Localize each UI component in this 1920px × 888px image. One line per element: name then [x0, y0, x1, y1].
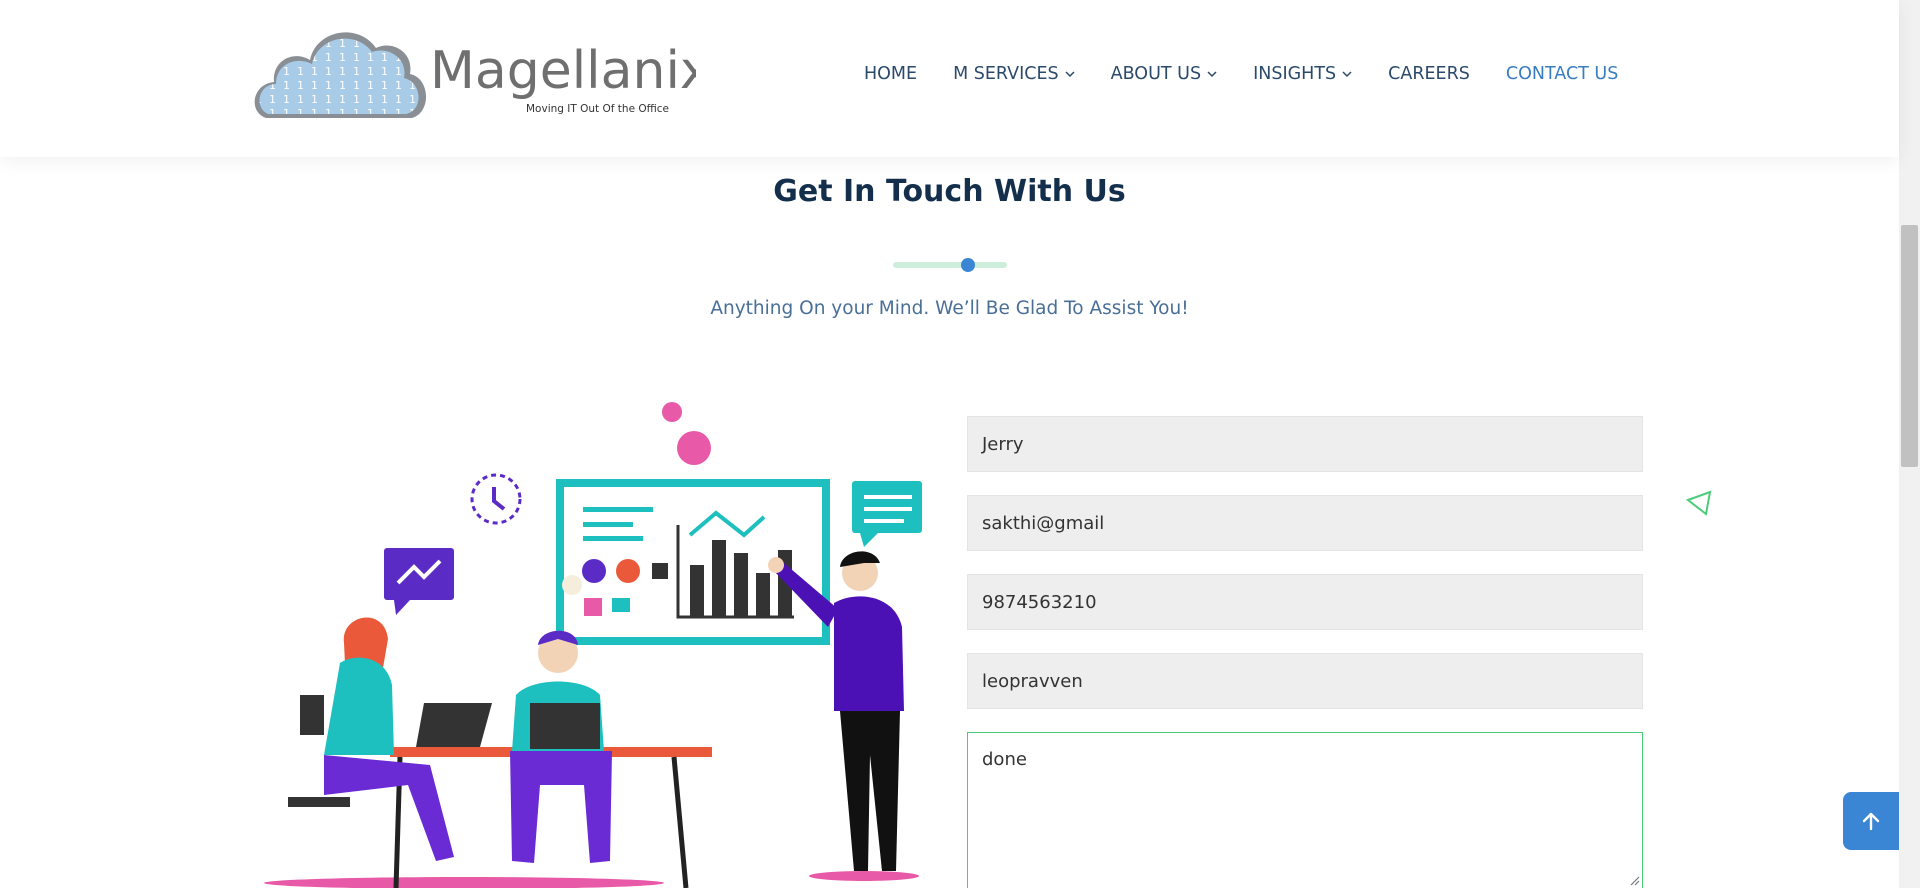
chevron-down-icon — [1207, 69, 1217, 79]
nav-home-label: HOME — [864, 64, 918, 84]
nav-contact-us-label: CONTACT US — [1505, 64, 1619, 84]
phone-field[interactable]: 9874563210 — [967, 574, 1643, 630]
logo-tagline: Moving IT Out Of the Office — [526, 103, 669, 115]
main-nav: HOME M SERVICES ABOUT US INSIGHTS CAREER… — [864, 64, 1654, 84]
subject-field-value: leopravven — [982, 670, 1083, 692]
nav-insights-label: INSIGHTS — [1253, 64, 1337, 84]
nav-about-us-label: ABOUT US — [1110, 64, 1202, 84]
logo-wordmark: Magellanix — [430, 41, 696, 101]
scroll-to-top-button[interactable] — [1843, 792, 1899, 850]
resize-grip-icon[interactable] — [1628, 874, 1640, 886]
nav-careers[interactable]: CAREERS — [1388, 64, 1470, 84]
nav-contact-us[interactable]: CONTACT US — [1506, 64, 1618, 84]
message-textarea[interactable]: done — [967, 732, 1643, 888]
divider-dot — [961, 258, 975, 272]
chevron-down-icon — [1065, 69, 1075, 79]
section-subtitle: Anything On your Mind. We’ll Be Glad To … — [710, 298, 1189, 319]
phone-field-value: 9874563210 — [982, 591, 1097, 613]
nav-insights[interactable]: INSIGHTS — [1253, 64, 1352, 84]
name-field[interactable]: Jerry — [967, 416, 1643, 472]
nav-careers-label: CAREERS — [1388, 64, 1470, 84]
triangle-outline-icon — [1686, 490, 1712, 516]
arrow-up-icon — [1862, 812, 1880, 831]
nav-about-us[interactable]: ABOUT US — [1111, 64, 1217, 84]
contact-form: Jerry sakthi@gmail 9874563210 leopravven… — [967, 416, 1643, 888]
nav-m-services[interactable]: M SERVICES — [953, 64, 1075, 84]
message-textarea-value: done — [982, 749, 1027, 770]
nav-m-services-label: M SERVICES — [953, 64, 1059, 84]
name-field-value: Jerry — [982, 433, 1024, 455]
scrollbar-thumb[interactable] — [1901, 225, 1918, 467]
title-divider — [893, 262, 1007, 268]
magellanix-logo[interactable]: 1 Magellanix Moving IT Out Of the Office — [254, 22, 696, 138]
team-illustration — [254, 395, 934, 888]
section-title: Get In Touch With Us — [773, 174, 1126, 209]
site-header: 1 Magellanix Moving IT Out Of the Office… — [0, 0, 1899, 157]
email-field[interactable]: sakthi@gmail — [967, 495, 1643, 551]
email-field-value: sakthi@gmail — [982, 512, 1105, 534]
chevron-down-icon — [1342, 69, 1352, 79]
nav-home[interactable]: HOME — [864, 64, 917, 84]
subject-field[interactable]: leopravven — [967, 653, 1643, 709]
